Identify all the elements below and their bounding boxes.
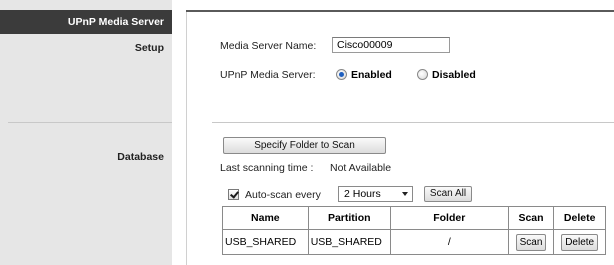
- auto-scan-checkbox[interactable]: [228, 189, 239, 200]
- col-header-partition: Partition: [307, 206, 391, 230]
- specify-folder-button[interactable]: Specify Folder to Scan: [223, 137, 386, 154]
- table-row: USB_SHARED USB_SHARED / Scan Delete: [222, 229, 606, 255]
- col-header-folder: Folder: [389, 206, 509, 230]
- sidebar-label-database: Database: [117, 151, 164, 163]
- folders-table: Name Partition Folder Scan Delete USB_SH…: [222, 206, 606, 255]
- disabled-radio-label[interactable]: Disabled: [432, 69, 476, 81]
- row-partition: USB_SHARED: [307, 229, 391, 255]
- row-name: USB_SHARED: [222, 229, 309, 255]
- media-server-name-input[interactable]: Cisco00009: [332, 37, 450, 53]
- column-separator: [186, 10, 187, 265]
- row-delete-cell: Delete: [553, 229, 606, 255]
- enabled-radio[interactable]: [336, 69, 347, 80]
- sidebar-label-setup: Setup: [134, 42, 164, 54]
- content-top-rule: [186, 10, 614, 12]
- enabled-radio-label[interactable]: Enabled: [351, 69, 392, 81]
- last-scan-value: Not Available: [330, 162, 392, 174]
- scan-interval-value: 2 Hours: [344, 188, 381, 200]
- media-server-name-label: Media Server Name:: [220, 40, 317, 52]
- scan-all-button[interactable]: Scan All: [424, 186, 472, 202]
- column-gap: [172, 0, 186, 265]
- row-folder: /: [389, 229, 509, 255]
- disabled-radio[interactable]: [417, 69, 428, 80]
- sidebar-divider: [8, 122, 172, 123]
- last-scan-label: Last scanning time :: [220, 162, 314, 174]
- row-scan-cell: Scan: [507, 229, 555, 255]
- row-scan-button[interactable]: Scan: [515, 233, 547, 251]
- col-header-name: Name: [222, 206, 309, 230]
- col-header-delete: Delete: [553, 206, 606, 230]
- table-header-row: Name Partition Folder Scan Delete: [222, 206, 606, 230]
- sidebar: UPnP Media Server Setup Database: [0, 0, 172, 265]
- scan-interval-select[interactable]: 2 Hours: [338, 186, 413, 202]
- col-header-scan: Scan: [507, 206, 555, 230]
- sidebar-header: UPnP Media Server: [0, 10, 172, 34]
- row-delete-button[interactable]: Delete: [561, 233, 599, 251]
- chevron-down-icon: [402, 192, 408, 196]
- content-divider: [212, 122, 614, 123]
- upnp-media-server-label: UPnP Media Server:: [220, 69, 316, 81]
- upnp-media-server-page: UPnP Media Server Setup Database Media S…: [0, 0, 614, 265]
- auto-scan-label: Auto-scan every: [245, 189, 321, 201]
